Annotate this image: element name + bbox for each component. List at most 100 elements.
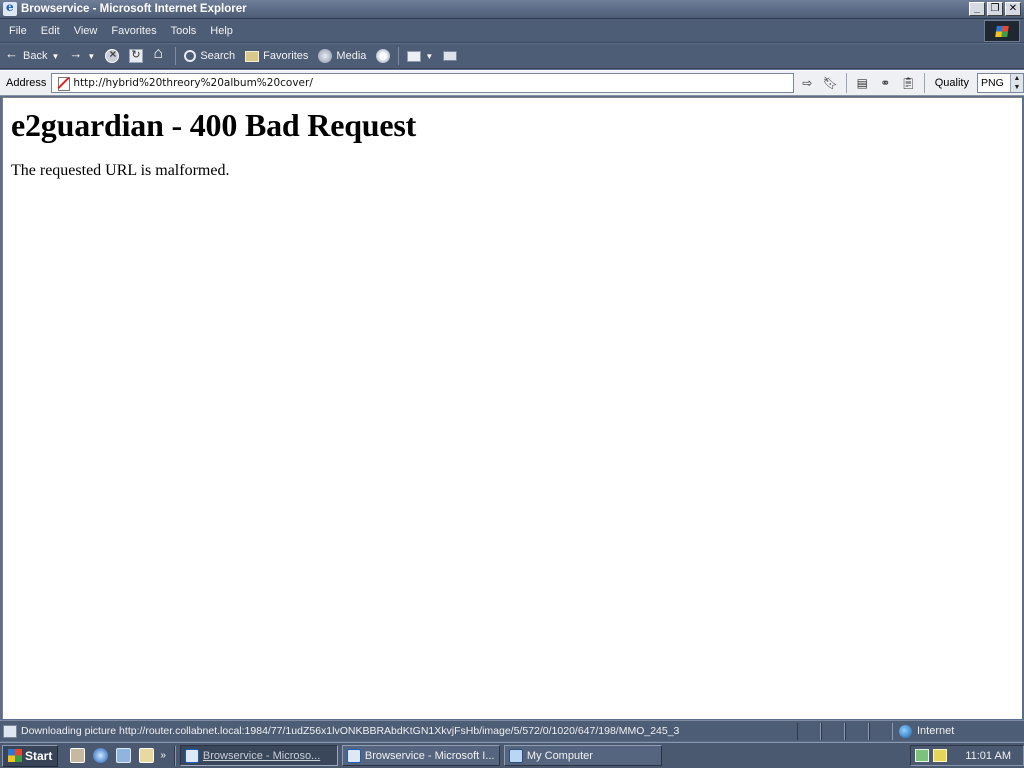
menu-bar: File Edit View Favorites Tools Help <box>0 19 1024 43</box>
favorites-button[interactable]: Favorites <box>240 45 313 67</box>
task-browservice-2[interactable]: Browservice - Microsoft I... <box>341 745 500 766</box>
forward-button[interactable]: ▼ <box>64 45 100 67</box>
ie-page-icon <box>184 748 199 763</box>
windows-logo-icon <box>8 749 22 762</box>
folder-search-icon[interactable] <box>139 748 155 763</box>
system-tray: 11:01 AM <box>910 745 1024 766</box>
mail-icon <box>407 50 422 62</box>
start-label: Start <box>25 748 53 763</box>
outlook-express-icon[interactable] <box>116 748 132 763</box>
globe-icon <box>899 724 912 738</box>
close-button[interactable]: ✕ <box>1005 2 1021 16</box>
restore-button[interactable]: ❐ <box>987 2 1003 16</box>
media-label: Media <box>336 50 367 62</box>
internet-explorer-icon[interactable] <box>93 748 109 763</box>
quality-select[interactable]: PNG ▲ ▼ <box>977 73 1024 93</box>
taskbar: Start » Browservice - Microso... Browser… <box>0 742 1024 768</box>
address-input[interactable] <box>73 75 793 91</box>
stop-icon <box>105 47 120 63</box>
page-heading: e2guardian - 400 Bad Request <box>11 107 417 143</box>
history-button[interactable] <box>371 45 395 67</box>
quality-spinner-icon[interactable]: ▲ ▼ <box>1010 74 1023 92</box>
toolbar-separator <box>175 47 177 65</box>
address-label: Address <box>6 77 47 89</box>
task-label: Browservice - Microso... <box>202 749 321 762</box>
refresh-icon <box>129 48 144 63</box>
print-button[interactable] <box>438 45 462 67</box>
media-icon <box>318 49 333 63</box>
address-bar: Address ⇨ 🔖︎ ▤ ⚭ 📋︎ Quality PNG ▲▼ <box>0 70 1024 96</box>
menu-help[interactable]: Help <box>203 25 240 37</box>
print-icon <box>443 51 458 61</box>
toolbar-separator <box>398 47 400 65</box>
favorites-label: Favorites <box>263 50 309 62</box>
ie-logo-icon <box>3 0 17 16</box>
minimize-button[interactable]: _ <box>969 2 985 16</box>
address-separator <box>923 73 925 93</box>
windows-logo-icon <box>984 20 1020 42</box>
title-bar[interactable]: Browservice - Microsoft Internet Explore… <box>0 0 1024 19</box>
forward-arrow-icon <box>69 46 83 63</box>
search-icon <box>184 50 197 62</box>
quick-launch: » <box>70 748 166 763</box>
chevron-more-icon[interactable]: » <box>160 750 166 761</box>
task-label: Browservice - Microsoft I... <box>364 749 495 762</box>
go-arrow-icon[interactable]: ⇨ <box>800 76 815 91</box>
binoculars-icon[interactable]: ⚭ <box>878 76 893 91</box>
bookmark-icon[interactable]: 🔖︎ <box>823 76 838 91</box>
media-button[interactable]: Media <box>313 45 371 67</box>
window-title: Browservice - Microsoft Internet Explore… <box>21 3 247 15</box>
forward-dropdown-icon[interactable]: ▼ <box>87 52 95 61</box>
show-desktop-icon[interactable] <box>70 748 86 763</box>
clock[interactable]: 11:01 AM <box>965 750 1011 762</box>
menu-edit[interactable]: Edit <box>34 25 67 37</box>
menu-view[interactable]: View <box>67 25 105 37</box>
status-pane <box>821 722 845 740</box>
back-arrow-icon <box>5 46 19 63</box>
clipboard-icon[interactable]: 📋︎ <box>901 76 916 91</box>
mail-button[interactable]: ▼ <box>402 45 438 67</box>
menu-file[interactable]: File <box>0 25 34 37</box>
standard-toolbar: Back ▼ ▼ Search Favorites Media ▼ <box>0 44 1024 69</box>
search-button[interactable]: Search <box>179 45 240 67</box>
status-pane <box>797 722 821 740</box>
quality-label: Quality <box>934 77 969 89</box>
menu-tools[interactable]: Tools <box>164 25 204 37</box>
mail-dropdown-icon: ▼ <box>425 51 434 61</box>
page-loading-icon <box>3 724 17 738</box>
security-shield-icon[interactable] <box>933 749 947 762</box>
refresh-button[interactable] <box>124 45 148 67</box>
find-page-icon[interactable]: ▤ <box>855 76 870 91</box>
error-message: The requested URL is malformed. <box>11 162 230 179</box>
task-browservice-1[interactable]: Browservice - Microso... <box>179 745 338 766</box>
page-error-icon <box>56 76 71 91</box>
address-tools: ⇨ 🔖︎ ▤ ⚭ 📋︎ Quality PNG ▲ ▼ <box>800 73 1024 93</box>
zone-label: Internet <box>917 725 955 737</box>
status-bar: Downloading picture http://router.collab… <box>0 720 1024 741</box>
my-computer-icon <box>508 748 523 763</box>
task-my-computer[interactable]: My Computer <box>503 745 662 766</box>
back-dropdown-icon[interactable]: ▼ <box>51 52 59 61</box>
menu-favorites[interactable]: Favorites <box>104 25 163 37</box>
taskbar-divider <box>173 745 176 766</box>
ie-page-icon <box>346 748 361 763</box>
home-button[interactable] <box>148 45 172 67</box>
window-controls: _ ❐ ✕ <box>969 2 1021 16</box>
back-button[interactable]: Back ▼ <box>0 45 64 67</box>
back-label: Back <box>23 50 48 62</box>
address-field[interactable] <box>51 73 794 93</box>
status-pane <box>845 722 869 740</box>
network-icon[interactable] <box>915 749 929 762</box>
security-zone: Internet <box>893 724 955 738</box>
stop-button[interactable] <box>100 45 124 67</box>
history-icon <box>376 49 391 63</box>
start-button[interactable]: Start <box>2 744 59 767</box>
search-label: Search <box>200 50 236 62</box>
page-content: e2guardian - 400 Bad Request The request… <box>2 97 1022 719</box>
home-icon <box>153 45 167 63</box>
quality-value: PNG <box>981 77 1004 89</box>
favorites-folder-icon <box>245 50 260 62</box>
address-separator <box>845 73 847 93</box>
status-text: Downloading picture http://router.collab… <box>21 725 680 737</box>
task-label: My Computer <box>526 749 593 762</box>
